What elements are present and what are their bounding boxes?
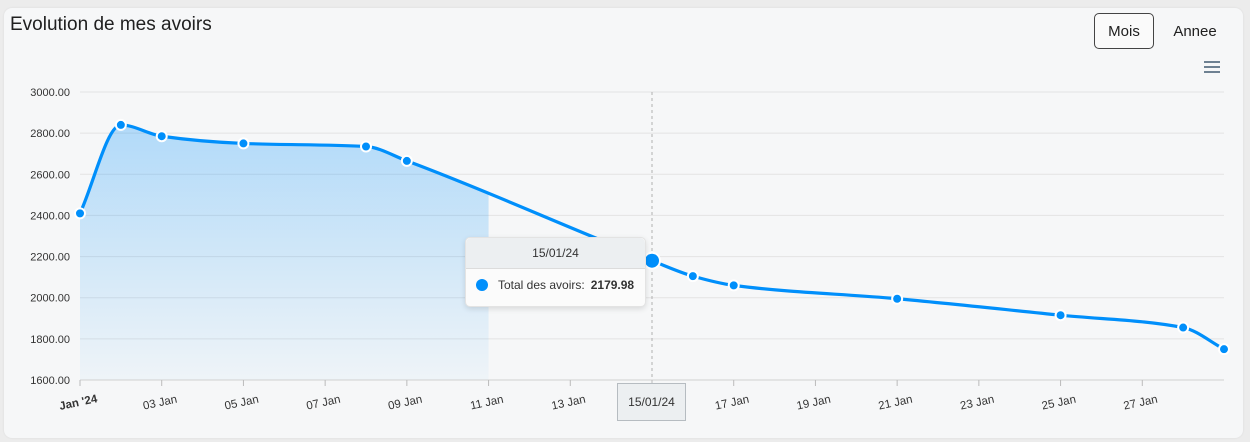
area-chart[interactable]: 3000.00 2800.00 2600.00 2400.00 2200.00 2000.… [0, 0, 1250, 442]
y-tick-label: 2000.00 [30, 293, 70, 305]
x-tick-label: 11 Jan [469, 394, 504, 413]
x-tick-label: 05 Jan [224, 394, 260, 413]
tooltip-date: 15/01/24 [466, 238, 645, 269]
x-tick-label: 13 Jan [551, 394, 587, 413]
data-point [1054, 309, 1067, 322]
y-tick-label: 3000.00 [30, 87, 70, 99]
x-tick-label: 23 Jan [959, 394, 995, 413]
y-tick-label: 2800.00 [30, 128, 70, 140]
data-point [74, 207, 86, 220]
data-tooltip: 15/01/24 Total des avoirs: 2179.98 [465, 237, 646, 307]
crosshair-date-label: 15/01/24 [617, 383, 686, 421]
x-tick-label: 03 Jan [142, 394, 178, 413]
y-tick-label: 2200.00 [30, 252, 70, 264]
x-tick-label: 19 Jan [796, 394, 832, 413]
x-tick-label: 09 Jan [387, 394, 423, 413]
x-tick-label: 17 Jan [714, 394, 750, 413]
data-point [400, 154, 413, 167]
data-point [360, 140, 372, 153]
data-point [237, 137, 250, 150]
series-marker-icon [476, 279, 488, 291]
data-point [727, 279, 740, 292]
x-tick-label: Jan '24 [58, 393, 99, 413]
x-tick-label: 27 Jan [1123, 394, 1159, 413]
y-tick-label: 2400.00 [30, 210, 70, 222]
y-tick-label: 1800.00 [30, 334, 70, 346]
highlighted-data-point [643, 251, 661, 270]
data-point [1177, 321, 1190, 334]
data-point [114, 118, 127, 131]
y-tick-label: 2600.00 [30, 169, 70, 181]
x-tick-label: 25 Jan [1041, 394, 1077, 413]
tooltip-value: 2179.98 [590, 278, 635, 292]
tooltip-series-label: Total des avoirs: [498, 278, 585, 292]
data-point [891, 292, 904, 305]
x-tick-label: 21 Jan [877, 394, 913, 413]
data-point [155, 130, 168, 143]
data-point [686, 270, 699, 283]
x-tick-label: 07 Jan [305, 394, 341, 413]
y-tick-label: 1600.00 [30, 375, 70, 387]
data-point [1218, 343, 1230, 356]
